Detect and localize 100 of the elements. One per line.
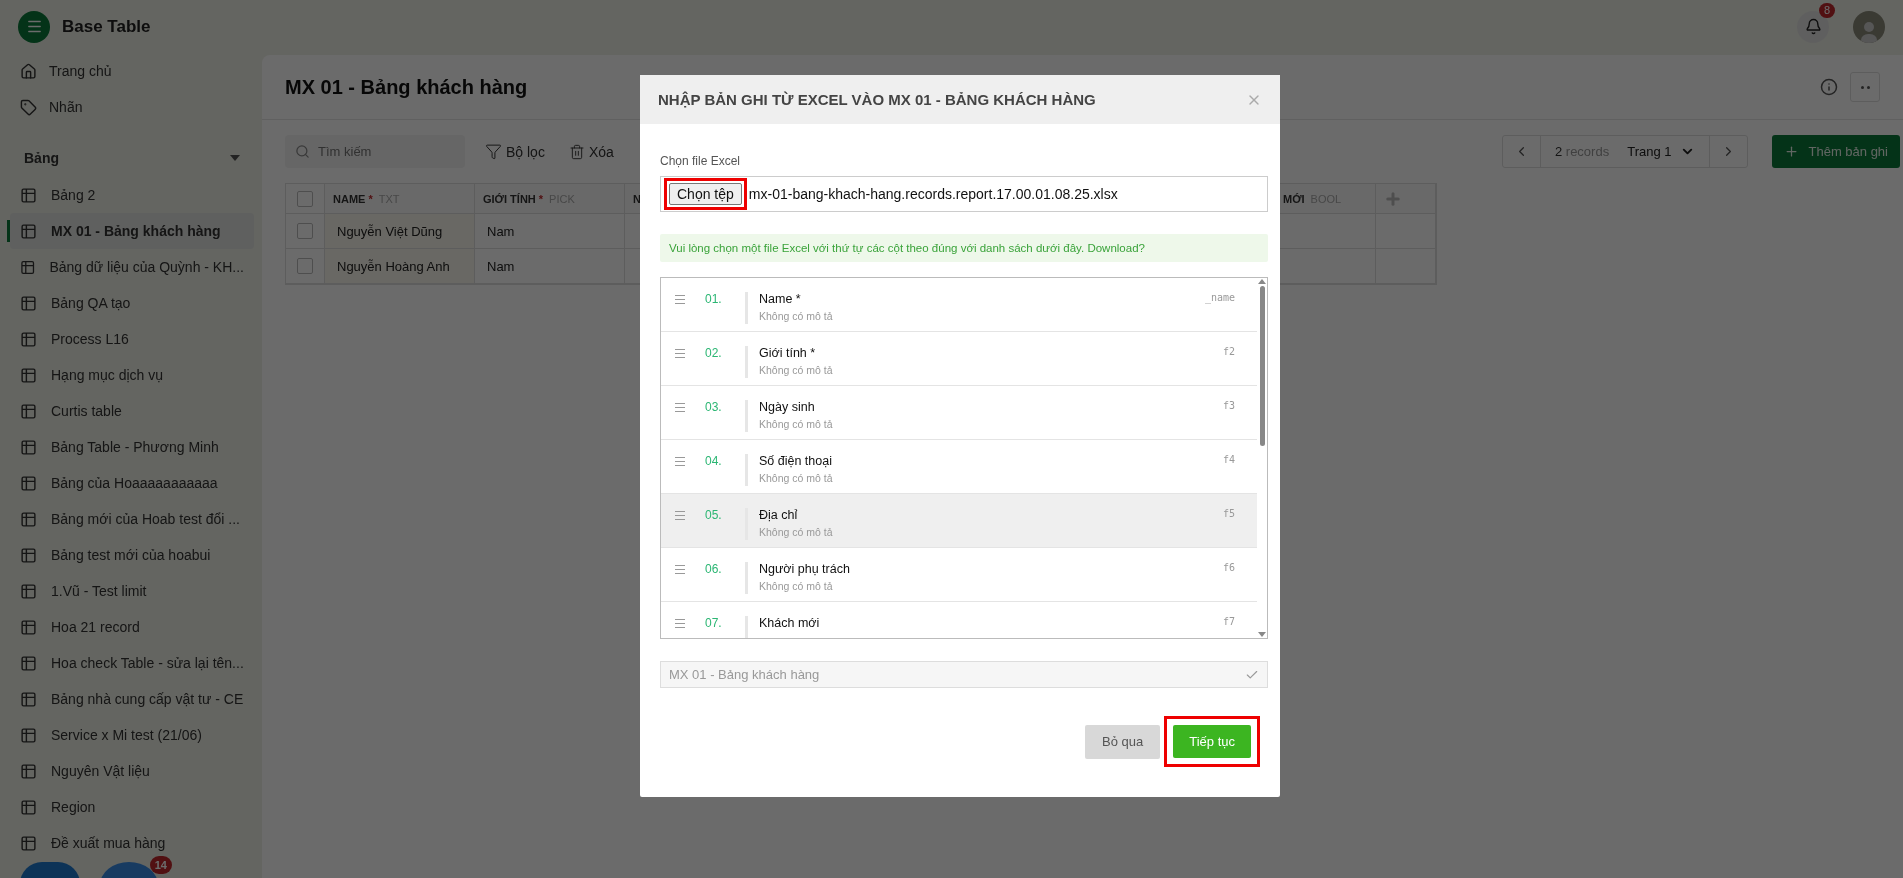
table-icon (20, 222, 37, 240)
table-icon (20, 402, 37, 420)
table-icon (20, 330, 37, 348)
info-message: Vui lòng chọn một file Excel với thứ tự các cột theo đúng với danh sách dưới đây. Download? (660, 234, 1268, 262)
continue-button[interactable]: Tiếp tục (1173, 725, 1251, 758)
field-description: Không có mô tả (759, 472, 834, 484)
drag-handle-icon[interactable] (675, 349, 685, 358)
table-icon (20, 690, 37, 708)
drag-handle-icon[interactable] (675, 295, 685, 304)
app-logo[interactable] (18, 10, 50, 43)
field-description: Không có mô tả (759, 526, 834, 538)
home-icon (20, 62, 37, 80)
scroll-down-icon[interactable] (1258, 632, 1266, 638)
sidebar-item[interactable]: Bảng mới của Hoab test đổi ... (10, 501, 254, 537)
page-title: MX 01 - Bảng khách hàng (285, 75, 528, 99)
select-all-checkbox[interactable] (297, 190, 313, 207)
scroll-up-icon[interactable] (1258, 278, 1266, 284)
field-number: 07. (705, 616, 723, 630)
file-name: mx-01-bang-khach-hang.records.report.17.00.01.08.25.xlsx (748, 186, 1118, 202)
sidebar-item[interactable]: MX 01 - Bảng khách hàng (10, 213, 254, 249)
table-icon (20, 258, 36, 276)
sidebar-item[interactable]: Service x Mi test (21/06) (10, 717, 254, 753)
field-number: 01. (705, 292, 723, 306)
field-name: Giới tính * (759, 346, 817, 360)
cancel-button[interactable]: Bỏ qua (1085, 724, 1161, 759)
table-icon (20, 834, 37, 852)
target-table-field[interactable]: MX 01 - Bảng khách hàng (660, 661, 1268, 688)
drag-handle-icon[interactable] (675, 403, 685, 412)
plus-icon (1783, 144, 1799, 159)
sidebar-item[interactable]: Bảng 2 (10, 177, 254, 213)
table-cell: Nguyễn Hoàng Anh (325, 249, 475, 284)
sidebar-item[interactable]: Hoa 21 record (10, 609, 254, 645)
page-select[interactable]: Trang 1 (1627, 144, 1695, 159)
field-number: 05. (705, 508, 723, 522)
drag-handle-icon[interactable] (675, 511, 685, 520)
sidebar-item[interactable]: Bảng test mới của hoabui (10, 537, 254, 573)
table-icon (20, 474, 37, 492)
table-icon (20, 798, 37, 816)
table-cell: Nam (475, 214, 625, 249)
field-description: Không có mô tả (759, 580, 834, 592)
field-description: Không có mô tả (759, 310, 834, 322)
table-cell: Nguyễn Việt Dũng (325, 214, 475, 249)
trash-icon (568, 143, 585, 160)
field-description: Không có mô tả (759, 418, 834, 430)
field-name: Ngày sinh (759, 400, 816, 414)
table-icon (20, 762, 37, 780)
section-header[interactable]: Bảng (0, 139, 262, 177)
field-label: Chọn file Excel (660, 154, 742, 168)
sidebar-item[interactable]: Hạng mục dịch vụ (10, 357, 254, 393)
sidebar-item[interactable]: Process L16 (10, 321, 254, 357)
sidebar-item[interactable]: Bảng nhà cung cấp vật tư - CE (10, 681, 254, 717)
drag-handle-icon[interactable] (675, 565, 685, 574)
nav-item[interactable]: Nhãn (0, 89, 262, 125)
drag-handle-icon[interactable] (675, 619, 685, 628)
sidebar-item[interactable]: 1.Vũ - Test limit (10, 573, 254, 609)
field-key: f4 (1222, 454, 1235, 465)
sidebar-item[interactable]: Curtis table (10, 393, 254, 429)
filter-icon (485, 143, 502, 160)
sidebar-item[interactable]: Bảng QA tạo (10, 285, 254, 321)
field-key: f5 (1222, 508, 1235, 519)
sidebar-item[interactable]: Bảng dữ liệu của Quỳnh - KH... (10, 249, 254, 285)
field-number: 03. (705, 400, 723, 414)
delete-button[interactable]: Xóa (564, 143, 618, 160)
field-name: Người phụ trách (759, 562, 851, 576)
table-icon (20, 726, 37, 744)
field-key: f2 (1222, 346, 1235, 357)
row-checkbox[interactable] (297, 258, 313, 274)
nav-item[interactable]: Trang chủ (0, 53, 262, 89)
add-column-icon[interactable] (1384, 189, 1402, 208)
notification-badge: 8 (1818, 2, 1835, 18)
field-key: f6 (1222, 562, 1235, 573)
table-icon (20, 438, 37, 456)
filter-button[interactable]: Bộ lọc (481, 143, 549, 160)
field-number: 04. (705, 454, 723, 468)
add-record-button[interactable]: Thêm bản ghi (1771, 135, 1900, 168)
scrollbar[interactable] (1257, 278, 1267, 638)
choose-file-button[interactable]: Chọn tệp (669, 183, 742, 205)
bell-icon (1804, 18, 1822, 35)
user-avatar[interactable] (1853, 10, 1885, 43)
sidebar-item[interactable]: Nguyên Vật liệu (10, 753, 254, 789)
sidebar-item[interactable]: Bảng của Hoaaaaaaaaaaa (10, 465, 254, 501)
drag-handle-icon[interactable] (675, 457, 685, 466)
field-name: Name * (759, 292, 802, 306)
app-name: Base Table (62, 16, 151, 37)
field-description: Không có mô tả (759, 364, 834, 376)
widget-badge: 14 (149, 856, 172, 874)
file-input[interactable]: Chọn tệp mx-01-bang-khach-hang.records.report.17.00.01.08.25.xlsx (660, 176, 1268, 212)
info-icon[interactable] (1820, 78, 1838, 96)
tag-icon (20, 98, 37, 116)
field-name: Địa chỉ (759, 508, 799, 522)
sidebar-item[interactable]: Hoa check Table - sửa lại tên... (10, 645, 254, 681)
sidebar-item[interactable]: Bảng Table - Phương Minh (10, 429, 254, 465)
table-icon (20, 366, 37, 384)
row-checkbox[interactable] (297, 223, 313, 239)
table-icon (20, 186, 37, 204)
sidebar-item[interactable]: Region (10, 789, 254, 825)
dialog-title: NHẬP BẢN GHI TỪ EXCEL VÀO MX 01 - BẢNG KHÁCH HÀNG (658, 91, 1096, 108)
search-icon (295, 144, 310, 159)
field-number: 06. (705, 562, 723, 576)
field-key: _name (1204, 292, 1235, 303)
